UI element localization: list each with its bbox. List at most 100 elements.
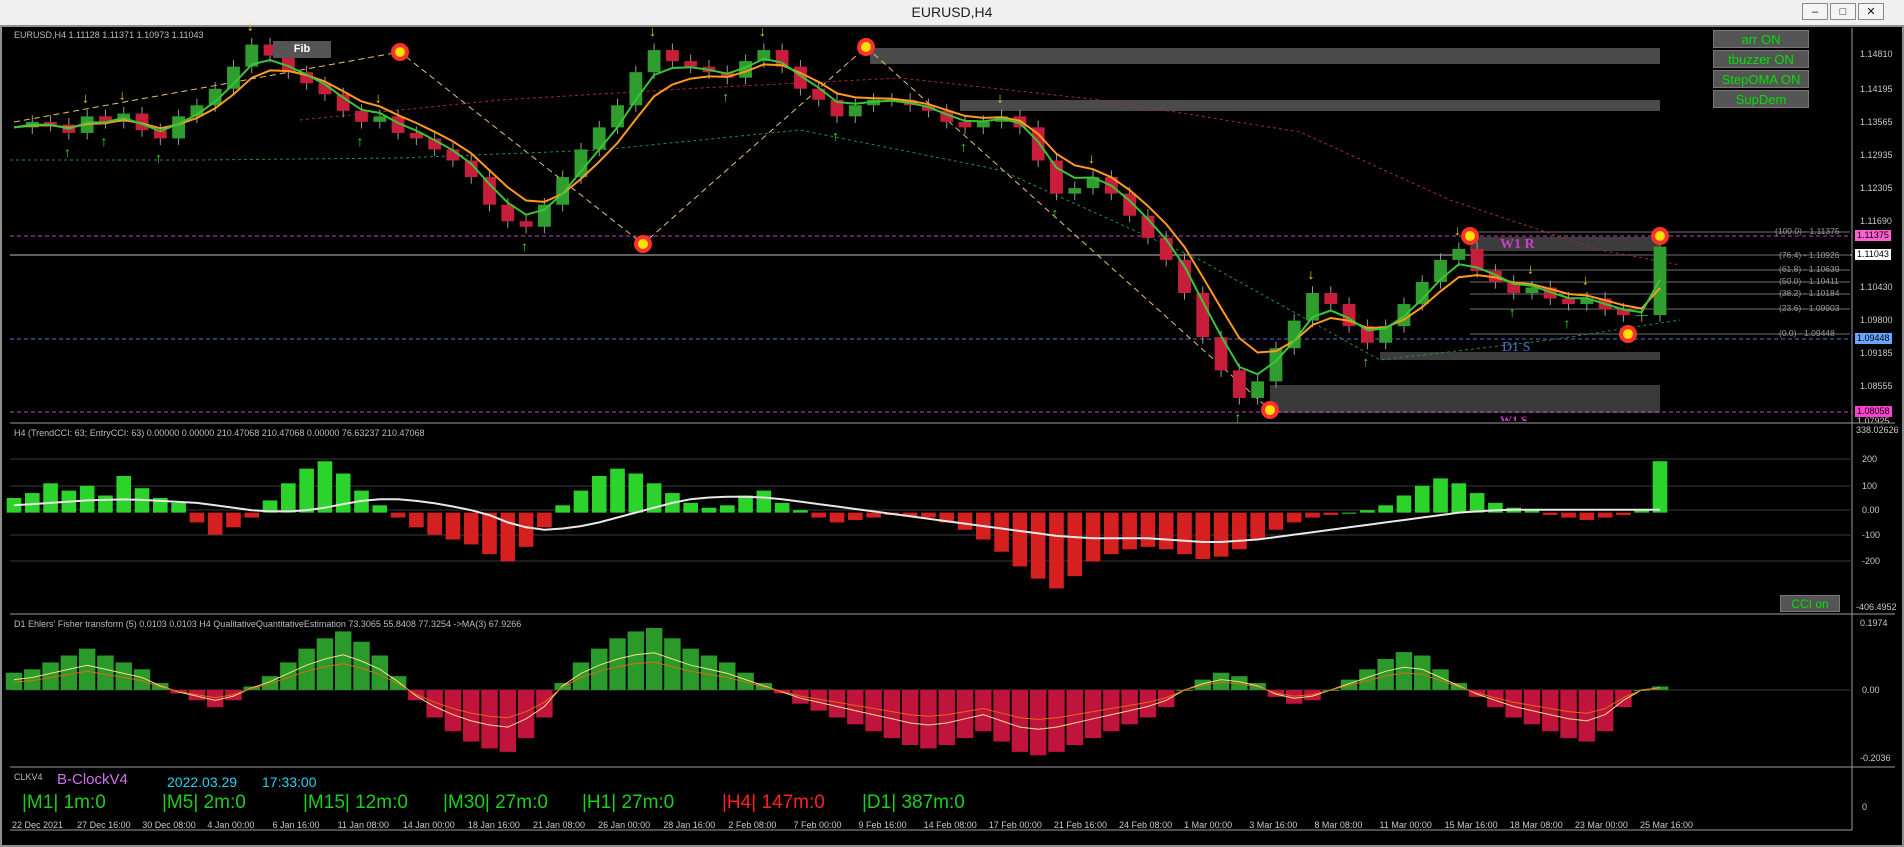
cci-bar xyxy=(1597,512,1613,518)
cci-bar xyxy=(1378,505,1393,513)
time-axis-label: 4 Jan 00:00 xyxy=(207,820,255,830)
arr-toggle-button[interactable]: arr ON xyxy=(1713,30,1809,48)
fisher-bar xyxy=(462,689,480,742)
candle xyxy=(1324,286,1338,311)
price-axis-label: 1.09800 xyxy=(1860,315,1893,325)
cci-bar xyxy=(1067,512,1083,577)
candle xyxy=(1086,170,1100,195)
candle xyxy=(99,109,112,129)
sell-arrow-icon: ↓ xyxy=(759,23,766,39)
cci-axis-label: 200 xyxy=(1862,454,1878,464)
candle xyxy=(1379,319,1393,350)
fisher-bar xyxy=(1578,689,1596,742)
cci-toggle-button[interactable]: CCI on xyxy=(1780,595,1840,612)
cci-bar xyxy=(207,512,223,535)
time-axis-label: 14 Jan 00:00 xyxy=(402,820,455,830)
fisher-bar xyxy=(316,638,334,690)
cci-axis-label: -200 xyxy=(1862,556,1881,566)
time-axis-label: 9 Feb 16:00 xyxy=(858,820,907,830)
cci-bar xyxy=(1012,512,1028,567)
cci-bar xyxy=(719,505,735,513)
time-axis-label: 18 Jan 16:00 xyxy=(467,820,520,830)
demand-zone xyxy=(1270,385,1660,413)
cci-bar xyxy=(1323,512,1339,516)
fib-level-23: (23.6) - 1.09903 xyxy=(1779,303,1840,313)
cci-bar xyxy=(957,512,973,530)
cci-bar xyxy=(372,505,388,513)
cci-axis-label: 0.00 xyxy=(1862,505,1880,515)
fisher-bar xyxy=(1542,689,1559,732)
candle xyxy=(1306,286,1319,328)
fisher-bar xyxy=(591,648,608,690)
cci-bar xyxy=(1542,512,1558,516)
fisher-bar xyxy=(901,689,919,745)
cci-bar xyxy=(1305,512,1320,518)
fib-button[interactable]: Fib xyxy=(273,41,331,58)
fisher-bar xyxy=(664,638,681,690)
fisher-bar xyxy=(956,689,974,739)
time-axis-label: 23 Mar 00:00 xyxy=(1574,820,1628,830)
cci-axis-label: 100 xyxy=(1862,481,1878,491)
candle xyxy=(519,214,533,234)
timer-m5: |M5| 2m:0 xyxy=(162,792,246,813)
candle xyxy=(684,54,698,74)
candle xyxy=(665,43,679,68)
stepoma-toggle-button[interactable]: StepOMA ON xyxy=(1713,70,1809,88)
cci-bar xyxy=(409,512,424,528)
sell-arrow-icon: ↓ xyxy=(1088,150,1095,166)
candle xyxy=(1507,275,1521,300)
candle xyxy=(44,115,57,132)
price-tag-low: 1.07925 xyxy=(1857,416,1890,423)
cci-bar xyxy=(244,512,260,518)
cci-bar xyxy=(1286,512,1302,523)
cci-bar xyxy=(1195,512,1211,560)
timer-h1: |H1| 27m:0 xyxy=(582,792,675,813)
price-axis-label: 1.10430 xyxy=(1860,282,1893,292)
candle xyxy=(1452,242,1466,267)
cci-bar xyxy=(1268,512,1284,530)
cci-bar xyxy=(573,490,589,513)
price-axis-label: 1.14195 xyxy=(1860,84,1893,94)
chart-canvas[interactable]: ↑ ↓ ↑ ↓ ↑ ↓ ↑ ↓ ↑ ↓ ↑ ↓ ↑ ↑ ↓ ↑ ↓ ↑ ↓ ↑ ↓ ↑ ↓ ↑ ↓ xyxy=(0,0,1904,847)
time-axis-label: 8 Mar 08:00 xyxy=(1314,820,1363,830)
cci-bar xyxy=(610,468,625,513)
cci-bar xyxy=(738,495,753,513)
fisher-bar xyxy=(1066,689,1083,745)
cci-bar xyxy=(921,512,936,518)
supdem-toggle-button[interactable]: SupDem xyxy=(1713,90,1809,108)
fisher-bar xyxy=(334,631,352,690)
time-axis-label: 24 Feb 08:00 xyxy=(1119,820,1173,830)
fisher-bar xyxy=(1048,689,1065,752)
price-candles xyxy=(25,37,1667,405)
cci-bar xyxy=(116,475,132,513)
cci-bar xyxy=(1158,512,1174,550)
cci-bar xyxy=(281,483,296,513)
supply-zone xyxy=(870,48,1660,64)
buy-arrow-icon: ↑ xyxy=(960,138,967,154)
candle xyxy=(1068,181,1082,201)
cci-histogram xyxy=(6,461,1668,589)
fisher-bar xyxy=(645,627,663,690)
buy-arrow-icon: ↑ xyxy=(1509,304,1516,320)
time-axis-label: 7 Feb 00:00 xyxy=(793,820,842,830)
cci-bar xyxy=(1561,512,1576,518)
fisher-bar xyxy=(700,655,718,690)
cci-bar xyxy=(171,502,186,513)
fisher-info: D1 Ehlers' Fisher transform (5) 0.0103 0… xyxy=(14,619,522,629)
sell-arrow-icon: ↓ xyxy=(375,89,382,105)
fisher-bar xyxy=(78,648,96,690)
fisher-bar xyxy=(1157,689,1175,708)
resistance-zone xyxy=(1470,237,1660,251)
buy-arrow-icon: ↑ xyxy=(1362,354,1369,370)
fisher-bar xyxy=(481,689,498,749)
tbuzzer-toggle-button[interactable]: tbuzzer ON xyxy=(1713,50,1809,68)
cci-bar xyxy=(1122,512,1137,550)
cci-bar xyxy=(390,512,406,518)
cci-axis-label: 338.02626 xyxy=(1856,425,1899,435)
time-axis-label: 26 Jan 00:00 xyxy=(598,820,651,830)
cci-bar xyxy=(335,473,351,513)
time-axis-label: 27 Dec 16:00 xyxy=(77,820,131,830)
cci-bar xyxy=(518,512,534,547)
cci-bar xyxy=(1250,512,1265,540)
cci-bar xyxy=(628,473,644,513)
